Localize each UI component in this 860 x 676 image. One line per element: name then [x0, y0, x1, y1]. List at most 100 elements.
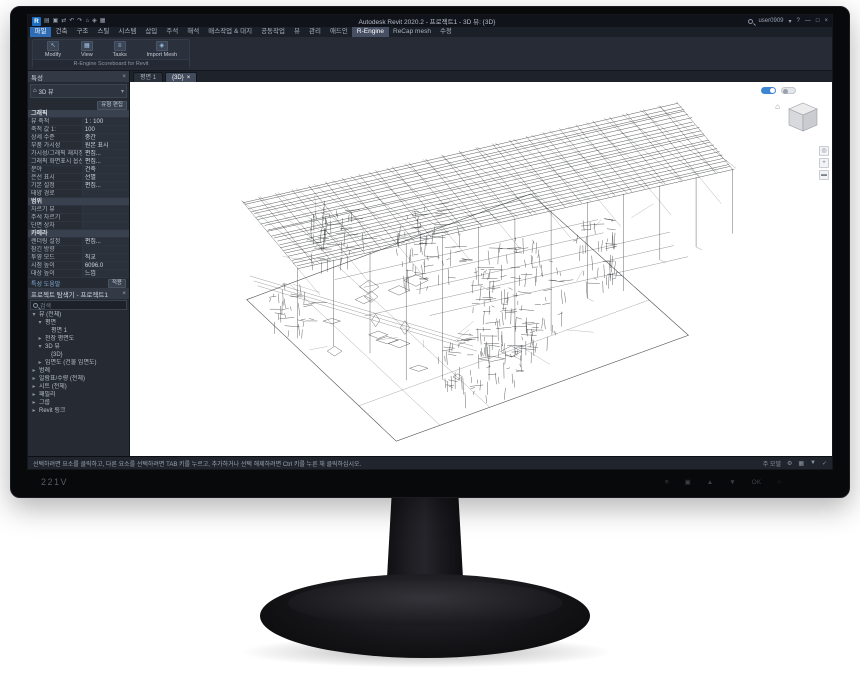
project-browser-close-icon[interactable]: ×: [122, 290, 126, 297]
browser-search-input[interactable]: 검색: [30, 300, 127, 310]
tree-item-groups[interactable]: ▸그룹: [28, 399, 129, 407]
expander-icon[interactable]: ▸: [31, 383, 37, 391]
maximize-button[interactable]: □: [816, 18, 820, 24]
view-tab-3d[interactable]: {3D}×: [165, 72, 197, 82]
user-menu-chevron-icon[interactable]: ▾: [789, 18, 792, 25]
property-value[interactable]: 원본 표시: [82, 142, 129, 149]
close-button[interactable]: ×: [824, 18, 828, 24]
monitor-power-button[interactable]: ○: [777, 479, 781, 486]
tree-item-3d[interactable]: {3D}: [28, 351, 129, 359]
properties-close-icon[interactable]: ×: [122, 73, 126, 80]
expander-icon[interactable]: ▸: [31, 399, 37, 407]
expander-icon[interactable]: ▸: [31, 375, 37, 383]
default-3d-view-icon[interactable]: ⌂: [85, 15, 89, 27]
property-value[interactable]: 건축: [82, 166, 129, 173]
filter-dropdown-icon[interactable]: ▼: [810, 460, 816, 466]
tree-item-3d-views[interactable]: ▾3D 뷰: [28, 343, 129, 351]
minimize-button[interactable]: —: [805, 18, 811, 24]
apply-button[interactable]: 적용: [108, 279, 126, 288]
undo-icon[interactable]: ↶: [69, 15, 74, 27]
monitor-ok-button[interactable]: OK: [752, 479, 761, 486]
property-group-camera[interactable]: 카메라: [28, 230, 129, 238]
section-icon[interactable]: ◈: [92, 15, 97, 27]
expander-icon[interactable]: ▾: [37, 319, 43, 327]
view-tab-close-icon[interactable]: ×: [187, 73, 191, 83]
ribbon-tab-modify[interactable]: 수정: [435, 27, 456, 37]
property-value[interactable]: 6096.0: [82, 262, 129, 269]
ribbon-tab-collaborate[interactable]: 공동작업: [257, 27, 290, 37]
sync-icon[interactable]: ⇄: [61, 15, 66, 27]
tree-item-schedules[interactable]: ▸일람표/수량 (전체): [28, 375, 129, 383]
tasks-tool-button[interactable]: ≡ Tasks: [113, 41, 127, 58]
property-group-graphics[interactable]: 그래픽: [28, 110, 129, 118]
tree-item-sheets[interactable]: ▸시트 (전체): [28, 383, 129, 391]
monitor-up-button[interactable]: ▲: [707, 479, 713, 486]
expander-icon[interactable]: ▸: [31, 367, 37, 375]
ribbon-tab-steel[interactable]: 스틸: [93, 27, 114, 37]
viewcube[interactable]: [781, 97, 825, 141]
ribbon-tab-structure[interactable]: 구조: [72, 27, 93, 37]
save-icon[interactable]: ▣: [53, 15, 59, 27]
tree-item-views[interactable]: ▾뷰 (전체): [28, 311, 129, 319]
modify-tool-button[interactable]: ↖ Modify: [45, 41, 61, 58]
property-value[interactable]: 편집...: [82, 150, 129, 157]
tree-item-legends[interactable]: ▸범례: [28, 367, 129, 375]
ribbon-tab-architecture[interactable]: 건축: [51, 27, 72, 37]
ribbon-tab-manage[interactable]: 관리: [304, 27, 325, 37]
property-value[interactable]: 편집...: [82, 158, 129, 165]
property-value[interactable]: 느낌: [82, 270, 129, 277]
property-group-extents[interactable]: 범위: [28, 198, 129, 206]
ribbon-tab-insert[interactable]: 삽입: [141, 27, 162, 37]
ribbon-tab-systems[interactable]: 시스템: [114, 27, 141, 37]
canvas-toggle-off[interactable]: [781, 87, 796, 94]
property-value[interactable]: 선별: [82, 174, 129, 181]
steering-wheel-icon[interactable]: ◎: [819, 146, 829, 156]
pan-icon[interactable]: ▬: [819, 170, 829, 180]
expander-icon[interactable]: ▸: [31, 391, 37, 399]
properties-help-link[interactable]: 특성 도움말: [31, 279, 60, 288]
property-value[interactable]: 편집...: [82, 182, 129, 189]
monitor-menu-button[interactable]: ≡: [665, 479, 669, 486]
open-icon[interactable]: ▤: [44, 15, 50, 27]
monitor-input-button[interactable]: ▣: [685, 478, 691, 486]
ribbon-tab-massing-site[interactable]: 매스작업 & 대지: [204, 27, 257, 37]
canvas-toggle-on[interactable]: [761, 87, 776, 94]
ribbon-tab-file[interactable]: 파일: [30, 27, 51, 37]
monitor-down-button[interactable]: ▼: [729, 479, 735, 486]
expander-icon[interactable]: ▸: [31, 407, 37, 415]
search-icon[interactable]: [748, 19, 753, 24]
tree-item-ceiling-plans[interactable]: ▸천장 평면도: [28, 335, 129, 343]
property-value[interactable]: 100: [82, 126, 129, 133]
ribbon-tab-analyze[interactable]: 해석: [183, 27, 204, 37]
ribbon-tab-addins[interactable]: 애드인: [325, 27, 352, 37]
zoom-icon[interactable]: +: [819, 158, 829, 168]
expander-icon[interactable]: ▾: [31, 311, 37, 319]
type-selector[interactable]: ⌂ 3D 뷰 ▾: [30, 84, 127, 98]
property-checkbox[interactable]: [82, 222, 129, 229]
ribbon-tab-r-engine[interactable]: R-Engine: [352, 27, 388, 37]
expander-icon[interactable]: ▾: [37, 343, 43, 351]
active-workset-label[interactable]: 주 모델: [763, 459, 781, 468]
tree-item-revit-links[interactable]: ▸Revit 링크: [28, 407, 129, 415]
expander-icon[interactable]: ▸: [37, 359, 43, 367]
property-value[interactable]: 중간: [82, 134, 129, 141]
edit-type-button[interactable]: 유형 편집: [97, 101, 127, 110]
property-checkbox[interactable]: [82, 206, 129, 213]
property-value[interactable]: 1 : 100: [82, 118, 129, 125]
redo-icon[interactable]: ↷: [77, 15, 82, 27]
view-tab-floor-plan[interactable]: 평면 1: [133, 72, 163, 82]
tree-item-elevations[interactable]: ▸입면도 (건물 입면도): [28, 359, 129, 367]
property-value[interactable]: 편집...: [82, 238, 129, 245]
property-checkbox[interactable]: [82, 214, 129, 221]
tree-item-floor-plans[interactable]: ▾평면: [28, 319, 129, 327]
property-checkbox[interactable]: [82, 246, 129, 253]
viewcube-home-icon[interactable]: ⌂: [775, 102, 780, 111]
property-checkbox[interactable]: [82, 190, 129, 197]
tree-item-families[interactable]: ▸패밀리: [28, 391, 129, 399]
ribbon-tab-annotate[interactable]: 주석: [162, 27, 183, 37]
view-tool-button[interactable]: ▦ View: [81, 41, 93, 58]
property-value[interactable]: 직교: [82, 254, 129, 261]
ribbon-tab-view[interactable]: 뷰: [289, 27, 304, 37]
worksharing-icon[interactable]: ⚙: [787, 460, 792, 467]
model-canvas[interactable]: ⌂ ◎ + ▬: [130, 82, 832, 456]
